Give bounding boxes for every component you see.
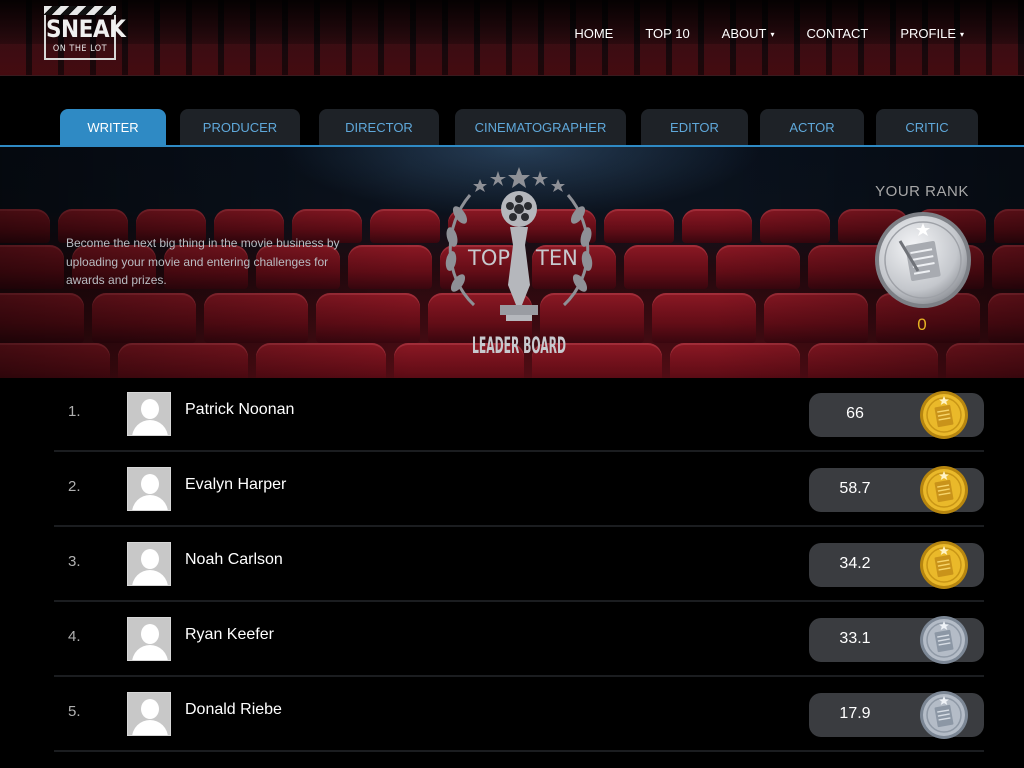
nav-top10[interactable]: TOP 10 bbox=[629, 24, 705, 43]
score-value: 58.7 bbox=[839, 480, 871, 497]
score-badge: 58.7 bbox=[809, 466, 984, 514]
logo-sub-text: ON THE LOT bbox=[52, 44, 108, 54]
stars-icon bbox=[473, 167, 565, 192]
avatar[interactable] bbox=[127, 542, 171, 586]
emblem-top-word: TOP bbox=[467, 246, 510, 270]
tab-editor[interactable]: EDITOR bbox=[641, 109, 748, 146]
your-rank-value: 0 bbox=[917, 315, 927, 334]
gold-medal-icon bbox=[920, 466, 968, 514]
tab-actor[interactable]: ACTOR bbox=[760, 109, 864, 146]
nav-about[interactable]: ABOUT ▾ bbox=[706, 24, 791, 43]
score-value: 34.2 bbox=[839, 555, 871, 572]
tab-director[interactable]: DIRECTOR bbox=[319, 109, 439, 146]
leaderboard-row[interactable]: 5. Donald Riebe 17.9 bbox=[54, 678, 984, 752]
score-badge: 66 bbox=[809, 391, 984, 439]
caret-down-icon: ▾ bbox=[770, 30, 775, 40]
user-name[interactable]: Evalyn Harper bbox=[185, 476, 286, 494]
leaderboard-row[interactable]: 3. Noah Carlson 34.2 bbox=[54, 528, 984, 602]
avatar[interactable] bbox=[127, 617, 171, 661]
your-rank-title: YOUR RANK bbox=[875, 183, 969, 200]
rank-number: 5. bbox=[68, 703, 81, 720]
tab-critic[interactable]: CRITIC bbox=[876, 109, 978, 146]
rank-number: 1. bbox=[68, 403, 81, 420]
avatar[interactable] bbox=[127, 692, 171, 736]
score-badge: 34.2 bbox=[809, 541, 984, 589]
nav-home[interactable]: HOME bbox=[558, 24, 629, 43]
gold-medal-icon bbox=[920, 541, 968, 589]
user-name[interactable]: Ryan Keefer bbox=[185, 626, 274, 644]
logo-main-text: SNEAK bbox=[46, 15, 126, 43]
avatar[interactable] bbox=[127, 392, 171, 436]
gold-medal-icon bbox=[920, 391, 968, 439]
silver-medal-icon bbox=[920, 691, 968, 739]
emblem-ten-word: TEN bbox=[535, 246, 578, 270]
tab-cinematographer[interactable]: CINEMATOGRAPHER bbox=[455, 109, 626, 146]
silver-medal-icon bbox=[875, 212, 971, 308]
score-badge: 33.1 bbox=[809, 616, 984, 664]
site-logo[interactable]: SNEAK ON THE LOT bbox=[44, 6, 126, 60]
nav-contact[interactable]: CONTACT bbox=[790, 24, 884, 43]
rank-number: 2. bbox=[68, 478, 81, 495]
leaderboard-emblem: TOP TEN LEADER BOARD bbox=[445, 167, 593, 359]
leaderboard-row[interactable]: 4. Ryan Keefer 33.1 bbox=[54, 603, 984, 677]
caret-down-icon: ▾ bbox=[959, 30, 964, 40]
silver-medal-icon bbox=[920, 616, 968, 664]
hero-description: Become the next big thing in the movie b… bbox=[66, 236, 340, 287]
clapperboard-icon bbox=[44, 6, 116, 15]
leaderboard-row[interactable]: 2. Evalyn Harper 58.7 bbox=[54, 453, 984, 527]
emblem-leaderboard-word: LEADER BOARD bbox=[472, 334, 566, 359]
tab-producer[interactable]: PRODUCER bbox=[180, 109, 300, 146]
nav-profile[interactable]: PROFILE ▾ bbox=[884, 24, 980, 43]
tab-writer[interactable]: WRITER bbox=[60, 109, 166, 146]
user-name[interactable]: Donald Riebe bbox=[185, 701, 282, 719]
rank-number: 4. bbox=[68, 628, 81, 645]
user-name[interactable]: Noah Carlson bbox=[185, 551, 283, 569]
hero-banner: Become the next big thing in the movie b… bbox=[0, 147, 1024, 378]
score-badge: 17.9 bbox=[809, 691, 984, 739]
avatar[interactable] bbox=[127, 467, 171, 511]
score-value: 33.1 bbox=[839, 630, 871, 647]
score-value: 17.9 bbox=[839, 705, 871, 722]
rank-number: 3. bbox=[68, 553, 81, 570]
score-value: 66 bbox=[846, 405, 864, 422]
user-name[interactable]: Patrick Noonan bbox=[185, 401, 294, 419]
main-nav: HOME TOP 10 ABOUT ▾ CONTACT PROFILE ▾ bbox=[558, 24, 980, 43]
leaderboard-row[interactable]: 1. Patrick Noonan 66 bbox=[54, 378, 984, 452]
top-navbar: SNEAK ON THE LOT HOME TOP 10 ABOUT ▾ CONT… bbox=[0, 0, 1024, 76]
